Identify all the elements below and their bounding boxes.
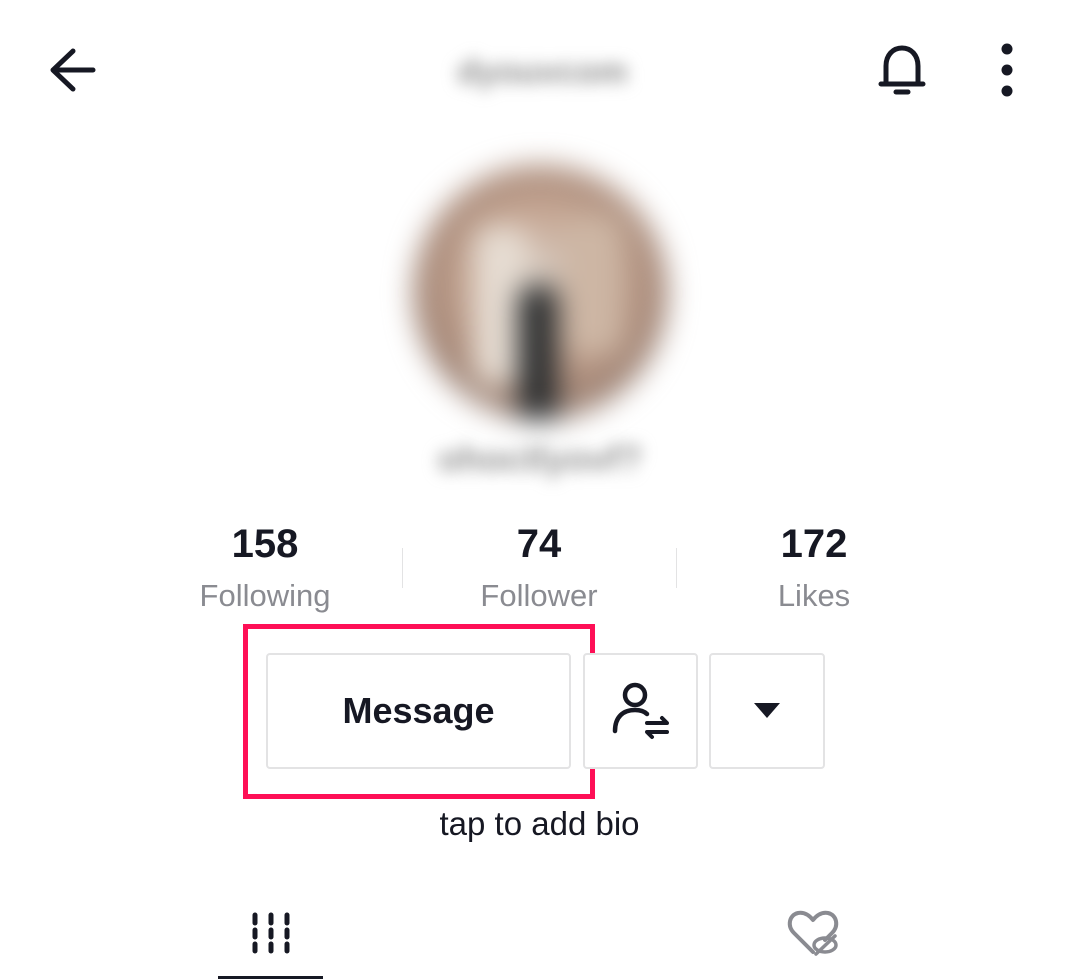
back-button[interactable] (40, 40, 100, 100)
notifications-button[interactable] (870, 38, 934, 102)
back-arrow-icon (50, 48, 96, 92)
stat-label: Likes (777, 578, 851, 613)
videos-grid-icon (252, 912, 289, 953)
more-vertical-icon (1001, 43, 1013, 97)
stat-value: 74 (516, 522, 562, 566)
stat-label: Following (199, 578, 331, 613)
add-bio-prompt[interactable]: tap to add bio (0, 805, 1079, 843)
more-options-button[interactable] (985, 40, 1029, 100)
stat-label: Follower (480, 578, 598, 613)
stat-follower[interactable]: 74 Follower (419, 524, 659, 611)
liked-hidden-icon (787, 910, 838, 956)
stat-divider (402, 548, 403, 588)
friends-button[interactable] (583, 653, 698, 769)
stat-likes[interactable]: 172 Likes (694, 524, 934, 611)
avatar[interactable] (413, 165, 668, 420)
tab-videos[interactable] (218, 895, 323, 970)
stat-divider (676, 548, 677, 588)
tab-liked[interactable] (760, 895, 865, 970)
stat-value: 172 (780, 522, 848, 566)
add-friend-swap-icon (612, 682, 669, 739)
profile-username-title: dyouvcom (400, 40, 685, 104)
more-actions-dropdown[interactable] (709, 653, 825, 769)
bell-icon (878, 45, 926, 95)
stat-following[interactable]: 158 Following (145, 524, 385, 611)
stat-value: 158 (231, 522, 299, 566)
profile-handle: ohoctlyovf? (438, 438, 642, 479)
caret-down-icon (754, 703, 780, 718)
message-button[interactable]: Message (266, 653, 571, 769)
